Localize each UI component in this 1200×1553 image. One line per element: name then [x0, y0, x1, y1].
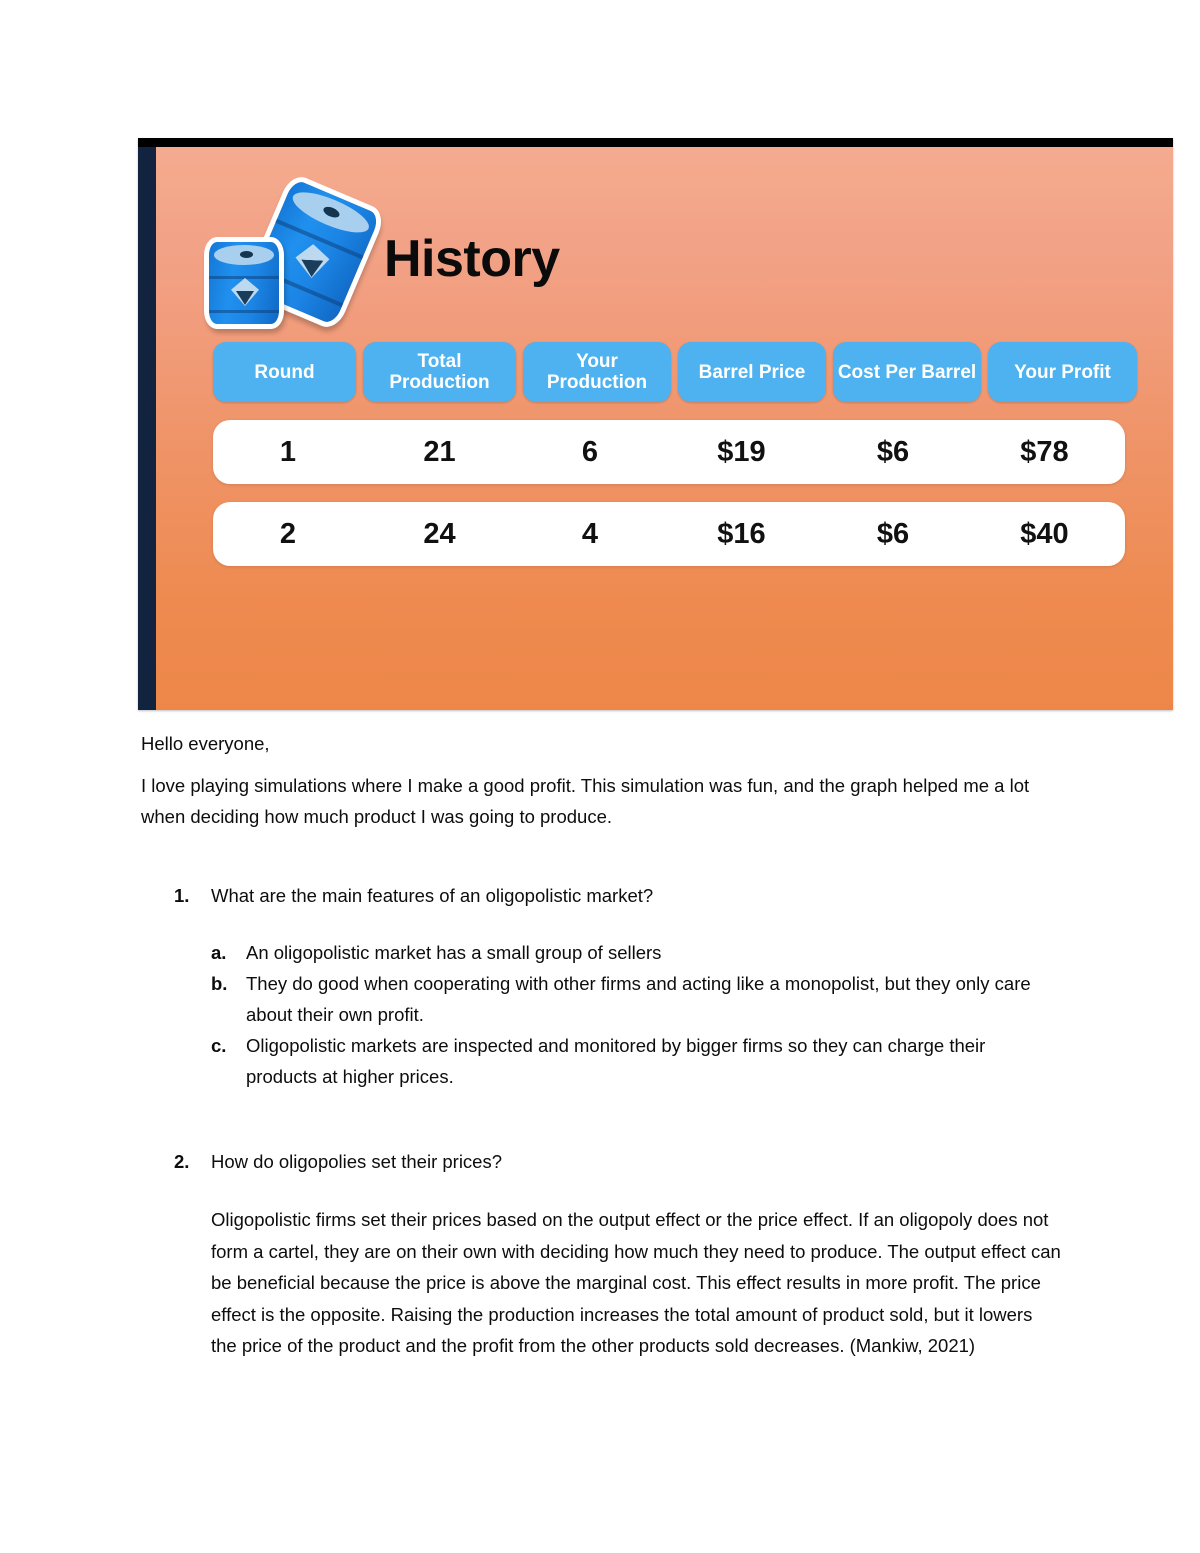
- question-1-number: 1.: [174, 885, 190, 906]
- column-header-barrel-price: Barrel Price: [678, 342, 826, 402]
- cell-your-profit: $78: [1020, 435, 1069, 468]
- sub-item-marker-c: c.: [211, 1035, 227, 1056]
- simulation-history-screenshot: History Round Total Production Your Prod…: [138, 138, 1173, 710]
- cell-barrel-price: $19: [717, 435, 766, 468]
- intro-paragraph: I love playing simulations where I make …: [141, 775, 1030, 827]
- question-2-text: How do oligopolies set their prices?: [211, 1151, 503, 1172]
- barrel-small-icon: [204, 237, 284, 329]
- column-header-cost-per-barrel: Cost Per Barrel: [833, 342, 981, 402]
- sub-item-marker-a: a.: [211, 942, 227, 963]
- history-title: History: [384, 230, 560, 288]
- sub-item-text-a: An oligopolistic market has a small grou…: [246, 942, 662, 963]
- cell-cost-per-barrel: $6: [876, 435, 910, 468]
- cell-round: 1: [279, 435, 297, 468]
- table-row: 1 21 6 $19 $6 $78: [213, 420, 1125, 484]
- figure-header: History: [156, 165, 1173, 333]
- cell-your-production: 4: [581, 517, 599, 550]
- sub-item-text-c: Oligopolistic markets are inspected and …: [246, 1035, 986, 1087]
- sub-item-text-b: They do good when cooperating with other…: [246, 973, 1031, 1025]
- sub-item-marker-b: b.: [211, 973, 228, 994]
- oil-drop-icon: [231, 278, 259, 306]
- column-header-round: Round: [213, 342, 356, 402]
- column-header-total-production: Total Production: [363, 342, 516, 402]
- cell-barrel-price: $16: [717, 517, 766, 550]
- list-item: c. Oligopolistic markets are inspected a…: [141, 1030, 1061, 1092]
- cell-your-production: 6: [581, 435, 599, 468]
- cell-total-production: 24: [423, 517, 456, 550]
- question-2-number: 2.: [174, 1151, 190, 1172]
- barrel-rib: [209, 310, 279, 313]
- list-item: b. They do good when cooperating with ot…: [141, 968, 1061, 1030]
- question-item-1: 1. What are the main features of an olig…: [141, 880, 1061, 1092]
- history-table: Round Total Production Your Production B…: [213, 342, 1137, 566]
- question-list: 1. What are the main features of an olig…: [141, 880, 1061, 1362]
- history-table-header-row: Round Total Production Your Production B…: [213, 342, 1137, 402]
- question-item-2: 2. How do oligopolies set their prices? …: [141, 1146, 1061, 1362]
- question-1-text: What are the main features of an oligopo…: [211, 885, 654, 906]
- document-page: History Round Total Production Your Prod…: [0, 0, 1200, 1553]
- question-2-answer: Oligopolistic firms set their prices bas…: [211, 1209, 1061, 1356]
- question-1-sub-list: a. An oligopolistic market has a small g…: [141, 937, 1061, 1092]
- greeting-paragraph: Hello everyone,: [141, 733, 270, 754]
- barrel-bung: [239, 251, 253, 258]
- figure-top-strip: [138, 138, 1173, 147]
- cell-your-profit: $40: [1020, 517, 1069, 550]
- oil-barrels-icon: [204, 171, 388, 333]
- oil-drop-icon: [294, 243, 330, 279]
- table-row: 2 24 4 $16 $6 $40: [213, 502, 1125, 566]
- cell-total-production: 21: [423, 435, 456, 468]
- question-2-heading: 2. How do oligopolies set their prices?: [141, 1146, 1061, 1177]
- list-item: a. An oligopolistic market has a small g…: [141, 937, 1061, 968]
- column-header-your-profit: Your Profit: [988, 342, 1137, 402]
- cell-round: 2: [279, 517, 297, 550]
- barrel-rib: [209, 276, 279, 279]
- cell-cost-per-barrel: $6: [876, 517, 910, 550]
- column-header-your-production: Your Production: [523, 342, 671, 402]
- question-1-heading: 1. What are the main features of an olig…: [141, 880, 1061, 911]
- figure-canvas: History Round Total Production Your Prod…: [156, 147, 1173, 710]
